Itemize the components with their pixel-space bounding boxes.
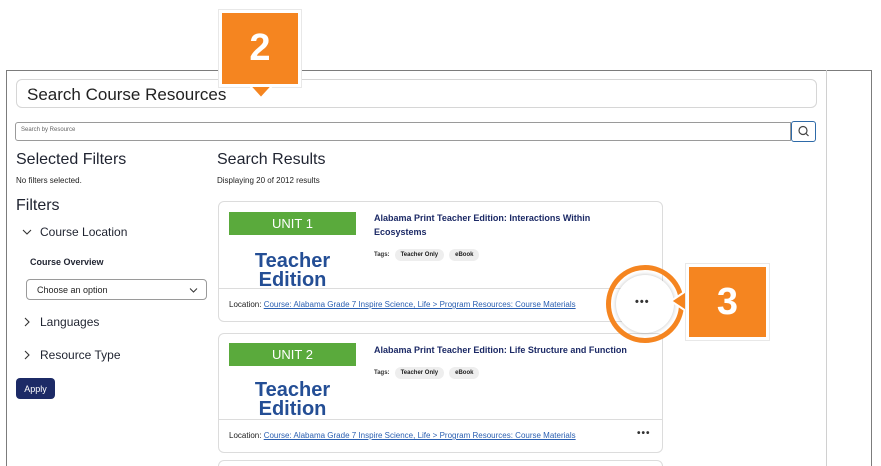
result-title[interactable]: Alabama Print Teacher Edition: Life Stru… [374, 343, 627, 357]
apply-button[interactable]: Apply [16, 378, 55, 399]
tags-row: Tags: Teacher Only eBook [374, 367, 480, 379]
location-text: Location: Course: Alabama Grade 7 Inspir… [229, 431, 576, 440]
search-icon [798, 125, 809, 137]
unit-banner: UNIT 2 [229, 343, 356, 366]
card-footer: Location: Course: Alabama Grade 7 Inspir… [219, 288, 662, 321]
selected-filters-heading: Selected Filters [16, 151, 127, 168]
chevron-down-icon [189, 288, 198, 293]
card-footer: Location: Course: Alabama Grade 7 Inspir… [219, 419, 662, 452]
unit-banner: UNIT 1 [229, 212, 356, 235]
resource-type-toggle[interactable]: Resource Type [22, 348, 121, 362]
thumb-title-line2: Edition [258, 398, 327, 420]
tag-chip: eBook [449, 249, 480, 261]
step-callout: 2 [219, 10, 301, 87]
result-card: UNIT 1 Teacher Edition Alabama Print Tea… [218, 201, 663, 322]
search-results-heading: Search Results [217, 151, 326, 168]
tags-label: Tags: [374, 252, 390, 258]
page-title: Search Course Resources [27, 85, 227, 104]
teacher-edition-thumbnail[interactable]: UNIT 2 Teacher Edition [229, 343, 356, 421]
select-value: Choose an option [37, 285, 108, 295]
course-overview-select[interactable]: Choose an option [26, 279, 207, 300]
result-card: UNIT 2 Teacher Edition Alabama Print Tea… [218, 333, 663, 453]
location-link[interactable]: Course: Alabama Grade 7 Inspire Science,… [264, 431, 576, 440]
chevron-down-icon [22, 229, 32, 235]
tag-chip: Teacher Only [394, 367, 445, 379]
search-input[interactable]: Search by Resource [15, 122, 791, 141]
more-options-icon[interactable]: ••• [637, 428, 651, 439]
right-panel-divider [826, 70, 827, 466]
chevron-right-icon [24, 317, 30, 327]
chevron-right-icon [24, 350, 30, 360]
languages-toggle[interactable]: Languages [22, 315, 99, 329]
tag-chip: eBook [449, 367, 480, 379]
filters-heading: Filters [16, 197, 60, 214]
tags-label: Tags: [374, 370, 390, 376]
location-label: Location: [229, 431, 262, 440]
search-placeholder: Search by Resource [21, 127, 76, 133]
tags-row: Tags: Teacher Only eBook [374, 249, 480, 261]
result-title-line1: Alabama Print Teacher Edition: Interacti… [374, 213, 591, 223]
course-overview-label: Course Overview [30, 257, 104, 267]
result-title-line2: Ecosystems [374, 227, 427, 237]
callout-pointer [250, 86, 272, 100]
step-callout: 3 [686, 264, 769, 340]
location-text: Location: Course: Alabama Grade 7 Inspir… [229, 300, 576, 309]
location-label: Location: [229, 300, 262, 309]
location-link[interactable]: Course: Alabama Grade 7 Inspire Science,… [264, 300, 576, 309]
languages-label: Languages [40, 315, 100, 329]
no-filters-text: No filters selected. [16, 176, 82, 185]
results-count: Displaying 20 of 2012 results [217, 176, 320, 185]
resource-type-label: Resource Type [40, 348, 121, 362]
course-location-label: Course Location [40, 225, 128, 239]
course-location-toggle[interactable]: Course Location [22, 225, 127, 239]
search-button[interactable] [791, 121, 816, 142]
tag-chip: Teacher Only [394, 249, 445, 261]
teacher-edition-thumbnail[interactable]: UNIT 1 Teacher Edition [229, 212, 356, 290]
result-title[interactable]: Alabama Print Teacher Edition: Interacti… [374, 211, 590, 239]
more-options-icon: ••• [635, 296, 650, 308]
page-title-box: Search Course Resources [16, 79, 817, 108]
result-card [218, 460, 663, 466]
